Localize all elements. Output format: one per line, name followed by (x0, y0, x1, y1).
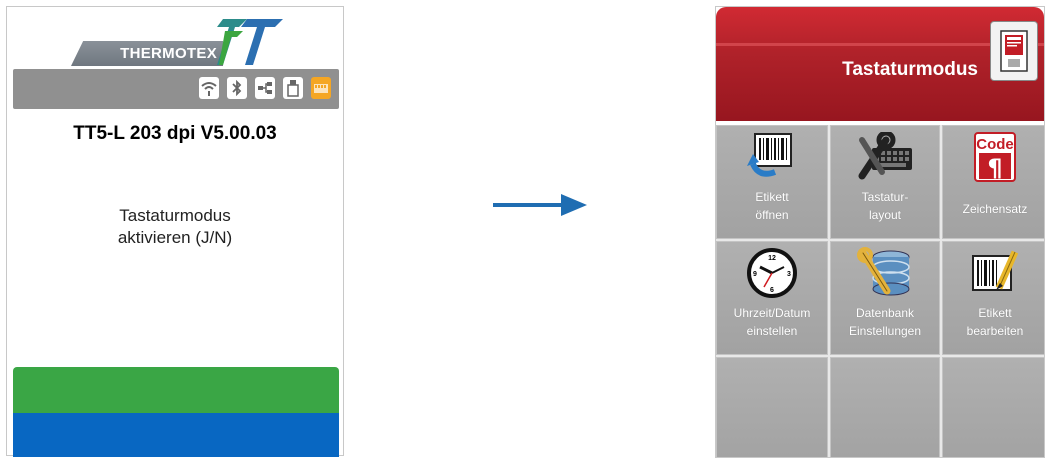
tile-charset[interactable]: Code ¶ Zeichensatz (942, 125, 1044, 239)
svg-text:Code: Code (976, 136, 1014, 153)
function-tile-grid: Etikett öffnen Tastatur- layout Code ¶ Z… (716, 125, 1044, 457)
screen-title: Tastaturmodus (842, 59, 978, 80)
tile-label-line2: öffnen (755, 208, 789, 222)
label-document-icon[interactable] (990, 21, 1038, 81)
prompt-line-2: aktivieren (J/N) (117, 228, 233, 247)
memory-card-icon (311, 77, 331, 99)
logo-text: THERMOTEX (71, 41, 223, 66)
code-charset-icon: Code ¶ (974, 132, 1016, 182)
tile-label-line2: layout (868, 208, 902, 222)
status-bar (13, 69, 339, 109)
edit-label-icon (972, 250, 1019, 291)
model-version-text: TT5-L 203 dpi V5.00.03 (73, 123, 277, 144)
tile-label-line1: Etikett (978, 306, 1012, 320)
svg-text:12: 12 (768, 255, 776, 262)
tile-empty (942, 357, 1044, 457)
database-settings-icon (857, 247, 910, 296)
tile-edit-label[interactable]: Etikett bearbeiten (942, 241, 1044, 355)
tile-label-line1: Zeichensatz (962, 202, 1028, 216)
confirm-bar-green[interactable] (13, 367, 339, 413)
thermotex-logo: THERMOTEX (71, 19, 285, 67)
header-bar: Tastaturmodus (716, 7, 1044, 121)
tile-set-time-date[interactable]: 12 3 6 9 Uhrzeit/Datum einstellen (716, 241, 828, 355)
svg-text:¶: ¶ (987, 154, 1002, 182)
svg-text:9: 9 (753, 271, 757, 278)
tile-label-line1: Tastatur- (861, 190, 909, 204)
cancel-bar-blue[interactable] (13, 413, 339, 457)
tile-database-settings[interactable]: Datenbank Einstellungen (830, 241, 940, 355)
tile-label-line1: Etikett (755, 190, 789, 204)
tile-label-line2: Einstellungen (848, 324, 922, 338)
printer-display-left: THERMOTEX TT5-L 203 dpi V5.00.03 Tastatu… (6, 6, 344, 457)
keyboard-mode-prompt: Tastaturmodus aktivieren (J/N) (7, 205, 343, 249)
ethernet-icon (255, 77, 275, 99)
tile-label-line1: Datenbank (855, 306, 915, 320)
wifi-icon (199, 77, 219, 99)
arrow-right-icon (493, 194, 587, 216)
tile-empty (830, 357, 940, 457)
tile-open-label[interactable]: Etikett öffnen (716, 125, 828, 239)
usb-icon (283, 77, 303, 99)
tile-label-line2: einstellen (746, 324, 798, 338)
prompt-line-1: Tastaturmodus (119, 206, 231, 225)
tile-label-line1: Uhrzeit/Datum (733, 306, 811, 320)
thermotex-logo-icon (217, 19, 283, 65)
tile-empty (716, 357, 828, 457)
svg-text:3: 3 (787, 271, 791, 278)
tile-keyboard-layout[interactable]: Tastatur- layout (830, 125, 940, 239)
bluetooth-icon (227, 77, 247, 99)
keyboard-layout-icon (858, 132, 912, 180)
touch-display-right: Tastaturmodus Etikett öffnen Tastatur- l… (715, 6, 1045, 458)
svg-text:6: 6 (770, 287, 774, 294)
open-label-icon (747, 133, 792, 177)
tile-label-line2: bearbeiten (966, 324, 1024, 338)
clock-icon: 12 3 6 9 (747, 248, 797, 298)
